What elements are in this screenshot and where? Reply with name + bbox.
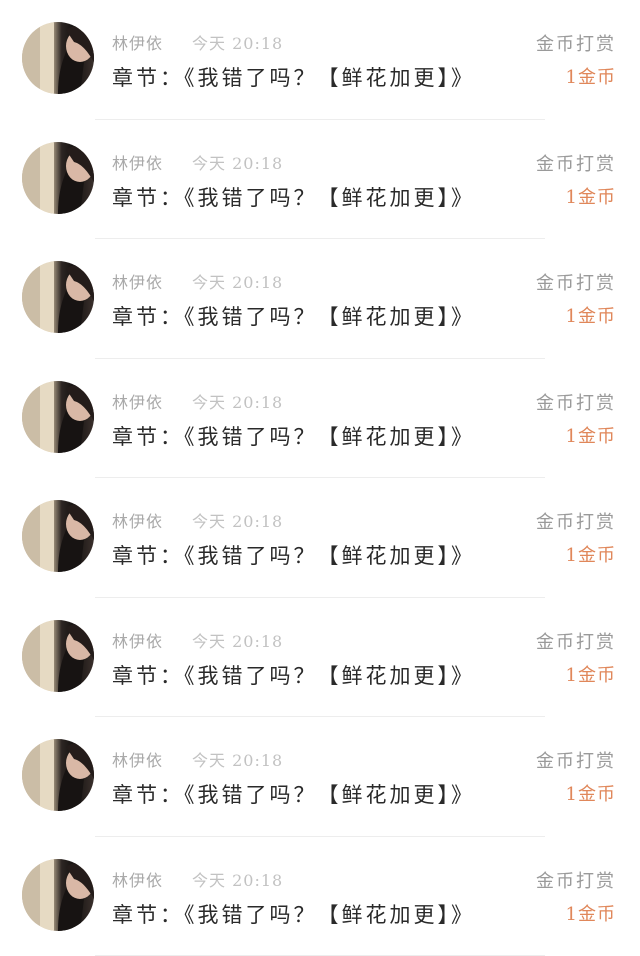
tip-record-row[interactable]: 林伊依 今天 20:18 章节：《我错了吗？【鲜花加更】》 金币打赏 1金币 bbox=[0, 0, 640, 120]
tip-amount: 1金币 bbox=[565, 425, 616, 447]
tip-amount: 1金币 bbox=[565, 903, 616, 925]
timestamp: 今天 20:18 bbox=[192, 631, 284, 651]
user-avatar-photo bbox=[22, 380, 94, 453]
user-avatar-photo bbox=[22, 619, 94, 692]
avatar[interactable] bbox=[22, 619, 94, 692]
tip-type-label: 金币打赏 bbox=[536, 870, 616, 892]
tip-amount: 1金币 bbox=[565, 186, 616, 208]
tip-type-label: 金币打赏 bbox=[536, 631, 616, 653]
timestamp: 今天 20:18 bbox=[192, 751, 284, 770]
timestamp: 今天 20:18 bbox=[192, 153, 284, 173]
tip-amount: 1金币 bbox=[565, 306, 616, 327]
tip-record-row[interactable]: 林伊依 今天 20:18 章节：《我错了吗？【鲜花加更】》 金币打赏 1金币 bbox=[0, 359, 640, 478]
timestamp: 今天 20:18 bbox=[192, 512, 284, 531]
username[interactable]: 林伊依 bbox=[112, 30, 163, 54]
tip-record-row[interactable]: 林伊依 今天 20:18 章节：《我错了吗？【鲜花加更】》 金币打赏 1金币 bbox=[0, 478, 640, 598]
user-avatar-photo bbox=[22, 739, 94, 811]
tip-type-label: 金币打赏 bbox=[536, 34, 616, 55]
timestamp: 今天 20:18 bbox=[192, 273, 284, 292]
tip-type-label: 金币打赏 bbox=[536, 153, 616, 175]
tip-type-label: 金币打赏 bbox=[536, 392, 616, 414]
tip-record-list: 林伊依 今天 20:18 章节：《我错了吗？【鲜花加更】》 金币打赏 1金币 林… bbox=[0, 0, 640, 956]
timestamp: 今天 20:18 bbox=[192, 392, 284, 412]
tip-amount: 1金币 bbox=[565, 545, 616, 566]
avatar[interactable] bbox=[22, 500, 94, 572]
tip-record-row[interactable]: 林伊依 今天 20:18 章节：《我错了吗？【鲜花加更】》 金币打赏 1金币 bbox=[0, 837, 640, 956]
avatar[interactable] bbox=[22, 22, 94, 94]
avatar[interactable] bbox=[22, 380, 94, 453]
chapter-title[interactable]: 章节：《我错了吗？【鲜花加更】》 bbox=[112, 62, 475, 92]
tip-amount: 1金币 bbox=[565, 664, 616, 686]
user-avatar-photo bbox=[22, 858, 94, 931]
chapter-title[interactable]: 章节：《我错了吗？【鲜花加更】》 bbox=[112, 182, 475, 212]
username[interactable]: 林伊依 bbox=[112, 508, 163, 532]
tip-type-label: 金币打赏 bbox=[536, 273, 616, 294]
user-avatar-photo bbox=[22, 261, 94, 333]
chapter-title[interactable]: 章节：《我错了吗？【鲜花加更】》 bbox=[112, 540, 475, 570]
user-avatar-photo bbox=[22, 141, 94, 214]
avatar[interactable] bbox=[22, 261, 94, 333]
tip-amount: 1金币 bbox=[565, 784, 616, 805]
username[interactable]: 林伊依 bbox=[112, 867, 163, 891]
tip-record-row[interactable]: 林伊依 今天 20:18 章节：《我错了吗？【鲜花加更】》 金币打赏 1金币 bbox=[0, 239, 640, 359]
timestamp: 今天 20:18 bbox=[192, 34, 284, 53]
tip-type-label: 金币打赏 bbox=[536, 751, 616, 772]
chapter-title[interactable]: 章节：《我错了吗？【鲜花加更】》 bbox=[112, 779, 475, 809]
chapter-title[interactable]: 章节：《我错了吗？【鲜花加更】》 bbox=[112, 301, 475, 331]
user-avatar-photo bbox=[22, 500, 94, 572]
username[interactable]: 林伊依 bbox=[112, 747, 163, 771]
username[interactable]: 林伊依 bbox=[112, 389, 163, 413]
tip-record-row[interactable]: 林伊依 今天 20:18 章节：《我错了吗？【鲜花加更】》 金币打赏 1金币 bbox=[0, 598, 640, 717]
chapter-title[interactable]: 章节：《我错了吗？【鲜花加更】》 bbox=[112, 660, 475, 690]
avatar[interactable] bbox=[22, 858, 94, 931]
avatar[interactable] bbox=[22, 141, 94, 214]
timestamp: 今天 20:18 bbox=[192, 870, 284, 890]
tip-record-row[interactable]: 林伊依 今天 20:18 章节：《我错了吗？【鲜花加更】》 金币打赏 1金币 bbox=[0, 717, 640, 837]
username[interactable]: 林伊依 bbox=[112, 269, 163, 293]
username[interactable]: 林伊依 bbox=[112, 150, 163, 174]
avatar[interactable] bbox=[22, 739, 94, 811]
chapter-title[interactable]: 章节：《我错了吗？【鲜花加更】》 bbox=[112, 899, 475, 929]
chapter-title[interactable]: 章节：《我错了吗？【鲜花加更】》 bbox=[112, 421, 475, 451]
tip-record-row[interactable]: 林伊依 今天 20:18 章节：《我错了吗？【鲜花加更】》 金币打赏 1金币 bbox=[0, 120, 640, 239]
username[interactable]: 林伊依 bbox=[112, 628, 163, 652]
tip-type-label: 金币打赏 bbox=[536, 512, 616, 533]
user-avatar-photo bbox=[22, 22, 94, 94]
tip-amount: 1金币 bbox=[565, 67, 616, 88]
